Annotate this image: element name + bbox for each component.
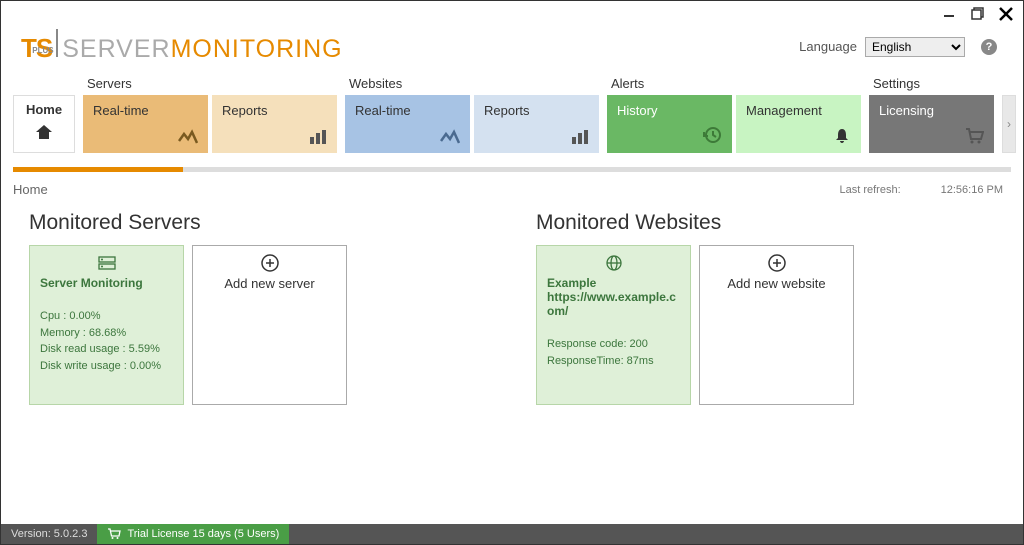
- nav-home[interactable]: Home: [13, 95, 75, 153]
- add-server-label: Add new server: [203, 276, 336, 291]
- website-response-code: Response code: 200: [547, 336, 680, 353]
- nav-group-websites-label: Websites: [345, 76, 599, 95]
- nav-servers-realtime-label: Real-time: [93, 103, 149, 118]
- add-server-card[interactable]: Add new server: [192, 245, 347, 405]
- status-license[interactable]: Trial License 15 days (5 Users): [97, 524, 289, 544]
- globe-icon: [547, 254, 680, 272]
- home-icon: [18, 123, 70, 141]
- server-disk-read: Disk read usage : 5.59%: [40, 341, 173, 358]
- nav-servers-reports-label: Reports: [222, 103, 268, 118]
- nav-progress: [13, 167, 1011, 172]
- nav-alerts-management-label: Management: [746, 103, 822, 118]
- reports-icon: [571, 128, 589, 145]
- last-refresh-time: 12:56:16 PM: [941, 184, 1003, 196]
- logo-monitoring: MONITORING: [171, 35, 343, 64]
- nav-servers-reports[interactable]: Reports: [212, 95, 337, 153]
- server-memory: Memory : 68.68%: [40, 325, 173, 342]
- status-bar: Version: 5.0.2.3 Trial License 15 days (…: [1, 524, 1023, 544]
- website-card-name: Example: [547, 276, 596, 290]
- plus-icon: [203, 254, 336, 272]
- nav-settings-licensing-label: Licensing: [879, 103, 934, 118]
- last-refresh-label: Last refresh:: [839, 184, 900, 196]
- nav-settings-licensing[interactable]: Licensing: [869, 95, 994, 153]
- nav-servers-realtime[interactable]: Real-time: [83, 95, 208, 153]
- bell-icon: [833, 127, 851, 145]
- section-servers-title: Monitored Servers: [29, 211, 496, 235]
- nav-alerts-history-label: History: [617, 103, 657, 118]
- server-icon: [40, 254, 173, 272]
- plus-icon: [710, 254, 843, 272]
- nav-websites-realtime[interactable]: Real-time: [345, 95, 470, 153]
- server-cpu: Cpu : 0.00%: [40, 308, 173, 325]
- maximize-button[interactable]: [969, 5, 987, 23]
- website-card-url: https://www.example.com/: [547, 290, 676, 318]
- add-website-label: Add new website: [710, 276, 843, 291]
- nav-group-alerts-label: Alerts: [607, 76, 861, 95]
- logo-plus: PLUS: [32, 46, 53, 55]
- nav-home-label: Home: [18, 102, 70, 117]
- nav-websites-reports[interactable]: Reports: [474, 95, 599, 153]
- status-version: Version: 5.0.2.3: [1, 524, 97, 544]
- section-websites-title: Monitored Websites: [536, 211, 1003, 235]
- minimize-button[interactable]: [941, 5, 959, 23]
- breadcrumb: Home: [13, 182, 48, 197]
- nav-scroll-right[interactable]: ›: [1002, 95, 1016, 153]
- cart-icon: [107, 528, 121, 540]
- realtime-icon: [178, 128, 198, 145]
- language-label: Language: [799, 39, 857, 54]
- logo-server: SERVER: [62, 35, 170, 64]
- nav-alerts-history[interactable]: History: [607, 95, 732, 153]
- server-disk-write: Disk write usage : 0.00%: [40, 358, 173, 375]
- cart-icon: [964, 127, 984, 145]
- nav-websites-realtime-label: Real-time: [355, 103, 411, 118]
- language-select[interactable]: English: [865, 37, 965, 57]
- status-license-text: Trial License 15 days (5 Users): [127, 528, 279, 540]
- website-response-time: ResponseTime: 87ms: [547, 353, 680, 370]
- nav-group-settings-label: Settings: [869, 76, 1016, 95]
- nav-websites-reports-label: Reports: [484, 103, 530, 118]
- close-button[interactable]: [997, 5, 1015, 23]
- server-card-name: Server Monitoring: [40, 276, 173, 290]
- website-card[interactable]: Example https://www.example.com/ Respons…: [536, 245, 691, 405]
- add-website-card[interactable]: Add new website: [699, 245, 854, 405]
- help-icon[interactable]: ?: [981, 39, 997, 55]
- server-card[interactable]: Server Monitoring Cpu : 0.00% Memory : 6…: [29, 245, 184, 405]
- nav-alerts-management[interactable]: Management: [736, 95, 861, 153]
- realtime-icon: [440, 128, 460, 145]
- nav-group-servers-label: Servers: [83, 76, 337, 95]
- app-logo: TS PLUS SERVER MONITORING: [21, 29, 343, 64]
- history-icon: [702, 125, 722, 145]
- reports-icon: [309, 128, 327, 145]
